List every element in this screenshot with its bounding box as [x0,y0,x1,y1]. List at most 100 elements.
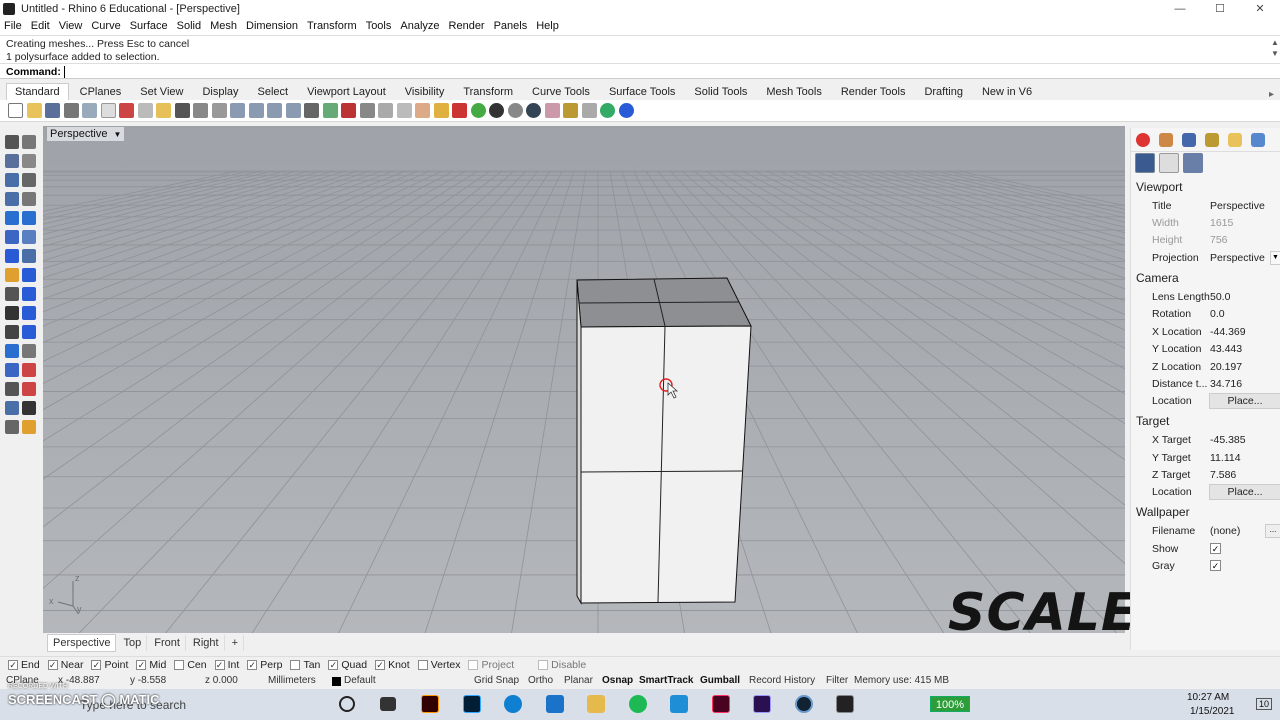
prop-distance[interactable]: Distance t... 34.716 [1131,376,1280,393]
osnap-point[interactable]: ✓ Point [91,659,128,671]
grid-snap-toggle[interactable]: Grid Snap [474,675,519,686]
help-icon[interactable] [618,103,634,118]
tab-curve-tools[interactable]: Curve Tools [524,84,598,100]
move-view-icon[interactable] [211,103,227,118]
offset-tool-icon[interactable] [22,230,36,244]
four-view-icon[interactable] [359,103,375,118]
tab-drafting[interactable]: Drafting [916,84,971,100]
osnap-checkbox[interactable] [174,660,185,670]
extrude-tool-icon[interactable] [22,249,36,263]
filter-toggle[interactable]: Filter [826,675,848,686]
loft-tool-icon[interactable] [5,268,19,282]
copy-icon[interactable] [137,103,153,118]
export-icon[interactable] [100,103,116,118]
osnap-toggle[interactable]: Osnap [602,675,633,686]
tab-viewport-layout[interactable]: Viewport Layout [299,84,394,100]
viewport-menu-dropdown-icon[interactable]: ▼ [113,130,121,139]
boolean-tool-icon[interactable] [22,306,36,320]
tab-select[interactable]: Select [250,84,297,100]
osnap-project[interactable]: Project [468,659,514,671]
menu-file[interactable]: File [4,20,22,32]
vp-tab-right[interactable]: Right [188,635,225,651]
zoom-selected-icon[interactable] [285,103,301,118]
zoom-extents-icon[interactable] [267,103,282,118]
lightroom-icon[interactable] [670,695,688,713]
command-prompt[interactable]: Command: [0,63,1280,79]
edge-icon[interactable] [504,695,522,713]
osnap-vertex[interactable]: Vertex [417,659,460,671]
camera-icon[interactable] [1135,153,1155,173]
snap-icon[interactable] [581,103,597,118]
scroll-down-icon[interactable]: ▼ [1270,49,1280,61]
vp-tab-perspective[interactable]: Perspective [47,634,117,652]
osnap-checkbox[interactable]: ✓ [375,660,386,670]
move-tool-icon[interactable] [5,363,19,377]
explode-tool-icon[interactable] [22,420,36,434]
tab-display[interactable]: Display [194,84,246,100]
box-front-face[interactable] [580,325,752,604]
prop-z-target[interactable]: Z Target 7.586 [1131,467,1280,484]
menu-surface[interactable]: Surface [130,20,168,32]
close-button[interactable]: ✕ [1240,0,1280,17]
osnap-checkbox[interactable]: ✓ [91,660,102,670]
ellipse-tool-icon[interactable] [5,192,19,206]
polygon-tool-icon[interactable] [5,211,19,225]
hatch-tool-icon[interactable] [22,344,36,358]
osnap-checkbox[interactable] [290,660,301,670]
viewport-props-icon[interactable] [1159,153,1179,173]
text-tool-icon[interactable] [5,344,19,358]
options-gear-icon[interactable] [563,103,578,118]
prop-lens-length[interactable]: Lens Length 50.0 [1131,289,1280,306]
mesh-tool-icon[interactable] [5,325,19,339]
osnap-knot[interactable]: ✓ Knot [375,659,410,671]
add-viewport-icon[interactable]: + [227,635,245,651]
tab-surface-tools[interactable]: Surface Tools [601,84,683,100]
menu-tools[interactable]: Tools [366,20,392,32]
analysis-icon[interactable] [600,103,615,118]
tab-new-in-v6[interactable]: New in V6 [974,84,1040,100]
minimize-button[interactable]: — [1160,0,1200,17]
mail-icon[interactable] [546,695,564,713]
save-icon[interactable] [45,103,60,118]
rectangle-tool-icon[interactable] [22,192,36,206]
render-tab-icon[interactable] [1182,133,1196,147]
tab-cplanes[interactable]: CPlanes [72,84,130,100]
spotify-icon[interactable] [629,695,647,713]
osnap-checkbox[interactable]: ✓ [8,660,18,670]
circle-tool-icon[interactable] [5,173,19,187]
planar-toggle[interactable]: Planar [564,675,593,686]
cplane-icon[interactable] [341,103,356,118]
task-view-icon[interactable] [380,697,396,711]
color-wheel-icon[interactable] [470,103,486,118]
notification-center-icon[interactable]: 10 [1256,698,1273,710]
group-tool-icon[interactable] [5,420,19,434]
zoom-window-icon[interactable] [248,103,264,118]
projection-dropdown-icon[interactable]: ▼ [1270,251,1280,265]
point-tool-icon[interactable] [22,135,36,149]
maximize-button[interactable]: ☐ [1200,0,1240,17]
camera-place-button[interactable]: Place... [1209,393,1280,409]
tab-set-view[interactable]: Set View [132,84,191,100]
select-tool-icon[interactable] [5,135,19,149]
dimension-tool-icon[interactable] [22,325,36,339]
osnap-checkbox[interactable]: ✓ [136,660,147,670]
help-tab-icon[interactable] [1251,133,1265,147]
materials-tab-icon[interactable] [1205,133,1219,147]
osnap-checkbox[interactable]: ✓ [214,660,225,670]
osnap-cen[interactable]: Cen [174,659,207,671]
menu-help[interactable]: Help [536,20,559,32]
lock-icon[interactable] [433,103,449,118]
pan-icon[interactable] [193,103,208,118]
curve-tool-icon[interactable] [22,154,36,168]
tab-solid-tools[interactable]: Solid Tools [686,84,755,100]
arc-tool-icon[interactable] [22,173,36,187]
prop-projection[interactable]: Projection Perspective ▼ [1131,250,1280,267]
battery-indicator[interactable]: 100% [930,696,970,712]
prop-z-location[interactable]: Z Location 20.197 [1131,359,1280,376]
mirror-tool-icon[interactable] [5,401,19,415]
vp-tab-top[interactable]: Top [118,635,148,651]
menu-panels[interactable]: Panels [494,20,528,32]
join-tool-icon[interactable] [22,401,36,415]
polyline-tool-icon[interactable] [5,154,19,168]
osnap-checkbox[interactable] [538,660,549,670]
